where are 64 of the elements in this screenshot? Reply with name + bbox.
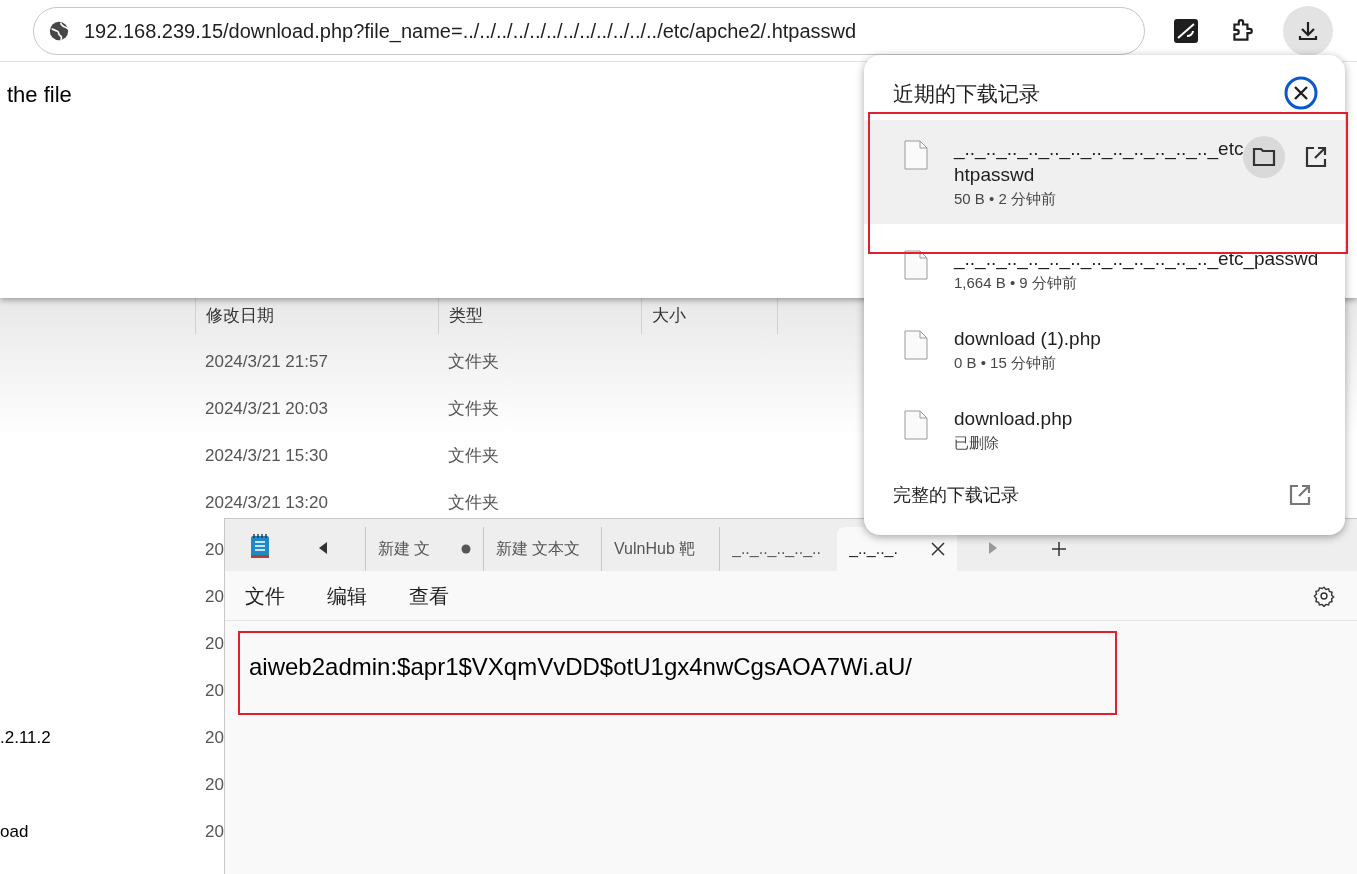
file-name: htpasswd <box>954 162 1036 187</box>
date-cell: 20 <box>205 539 224 559</box>
column-header[interactable]: 类型 <box>449 303 483 329</box>
download-item[interactable]: _.._.._.._.._.._.._.._.._.._.._.._.._etc htpasswd 50 B • 2 分钟前 <box>864 119 1345 224</box>
date-cell: 2024/3/21 20:03 <box>205 398 328 418</box>
column-header[interactable]: 修改日期 <box>206 303 274 329</box>
menu-item[interactable]: 查看 <box>409 580 449 611</box>
date-cell: 20 <box>205 727 224 747</box>
panel-title: 近期的下载记录 <box>893 80 1040 107</box>
file-name: _.._.._.._.._.._.._.._.._.._.._.._.._etc <box>954 136 1244 162</box>
file-name: download (1).php <box>954 326 1101 351</box>
file-icon <box>904 139 928 170</box>
file-name: _.._.._.._.._.._.._.._.._.._.._.._.._etc_passwd <box>954 246 1319 272</box>
file-name: oad <box>0 821 29 841</box>
downloads-button[interactable] <box>1283 5 1333 56</box>
date-cell: 20 <box>205 774 224 794</box>
tab[interactable]: 新建 文本文 <box>483 527 601 571</box>
close-tab-icon[interactable] <box>931 542 945 556</box>
new-tab-icon[interactable] <box>1051 541 1067 557</box>
file-icon <box>904 249 928 280</box>
file-content: aiweb2admin:$apr1$VXqmVvDD$otU1gx4nwCgsAOA7Wi.aU/ <box>249 653 912 680</box>
type-cell-text: 文件夹 <box>448 491 499 514</box>
date-cell: 20 <box>205 821 224 841</box>
tab-label: VulnHub 靶 <box>614 539 696 559</box>
tab-label: _.._.._.._.._.. <box>732 539 821 559</box>
globe-icon <box>48 19 70 42</box>
tab-label: 新建 文 <box>378 539 431 559</box>
page-text: the file <box>7 81 72 109</box>
tab[interactable]: VulnHub 靶 <box>601 527 719 571</box>
file-meta: 已删除 <box>954 432 1000 453</box>
type-cell-text: 文件夹 <box>448 444 499 467</box>
external-link-icon[interactable] <box>1305 145 1328 168</box>
close-icon[interactable] <box>1284 76 1318 111</box>
type-cell-text: 文件夹 <box>448 397 499 420</box>
full-history-link[interactable]: 完整的下载记录 <box>893 481 1019 509</box>
unsaved-dot-icon <box>461 544 471 554</box>
date-cell: 20 <box>205 680 224 700</box>
download-item[interactable]: _.._.._.._.._.._.._.._.._.._.._.._.._etc_passwd 1,664 B • 9 分钟前 <box>864 229 1345 310</box>
download-item[interactable]: download.php 已删除 <box>864 389 1345 470</box>
type-cell-text: 文件夹 <box>448 350 499 373</box>
menu-item[interactable]: 文件 <box>245 580 285 611</box>
tab-label: 新建 文本文 <box>496 539 581 559</box>
date-cell: 20 <box>205 586 224 606</box>
notepad-icon <box>249 533 271 559</box>
column-header[interactable]: 大小 <box>652 303 686 329</box>
tab[interactable]: 新建 文 <box>365 527 483 571</box>
date-cell: 20 <box>205 633 224 653</box>
file-icon <box>904 409 928 440</box>
folder-icon <box>1252 146 1277 167</box>
file-name: .2.11.2 <box>0 727 51 747</box>
url-text: 192.168.239.15/download.php?file_name=../../../../../../../../../../../../etc/apche2/.htpasswd <box>84 18 857 45</box>
settings-icon[interactable] <box>1313 584 1335 607</box>
file-meta: 1,664 B • 9 分钟前 <box>954 272 1078 293</box>
file-meta: 0 B • 15 分钟前 <box>954 352 1057 373</box>
file-icon <box>904 329 928 360</box>
date-cell: 2024/3/21 21:57 <box>205 351 328 371</box>
download-item[interactable]: download (1).php 0 B • 15 分钟前 <box>864 309 1345 390</box>
tab-label: _.._.._. <box>849 539 898 559</box>
file-meta: 50 B • 2 分钟前 <box>954 188 1057 209</box>
date-cell: 2024/3/21 15:30 <box>205 445 328 465</box>
scroll-left-icon[interactable] <box>317 541 329 555</box>
menu-item[interactable]: 编辑 <box>327 580 367 611</box>
file-name: download.php <box>954 406 1073 431</box>
date-cell: 2024/3/21 13:20 <box>205 492 328 512</box>
